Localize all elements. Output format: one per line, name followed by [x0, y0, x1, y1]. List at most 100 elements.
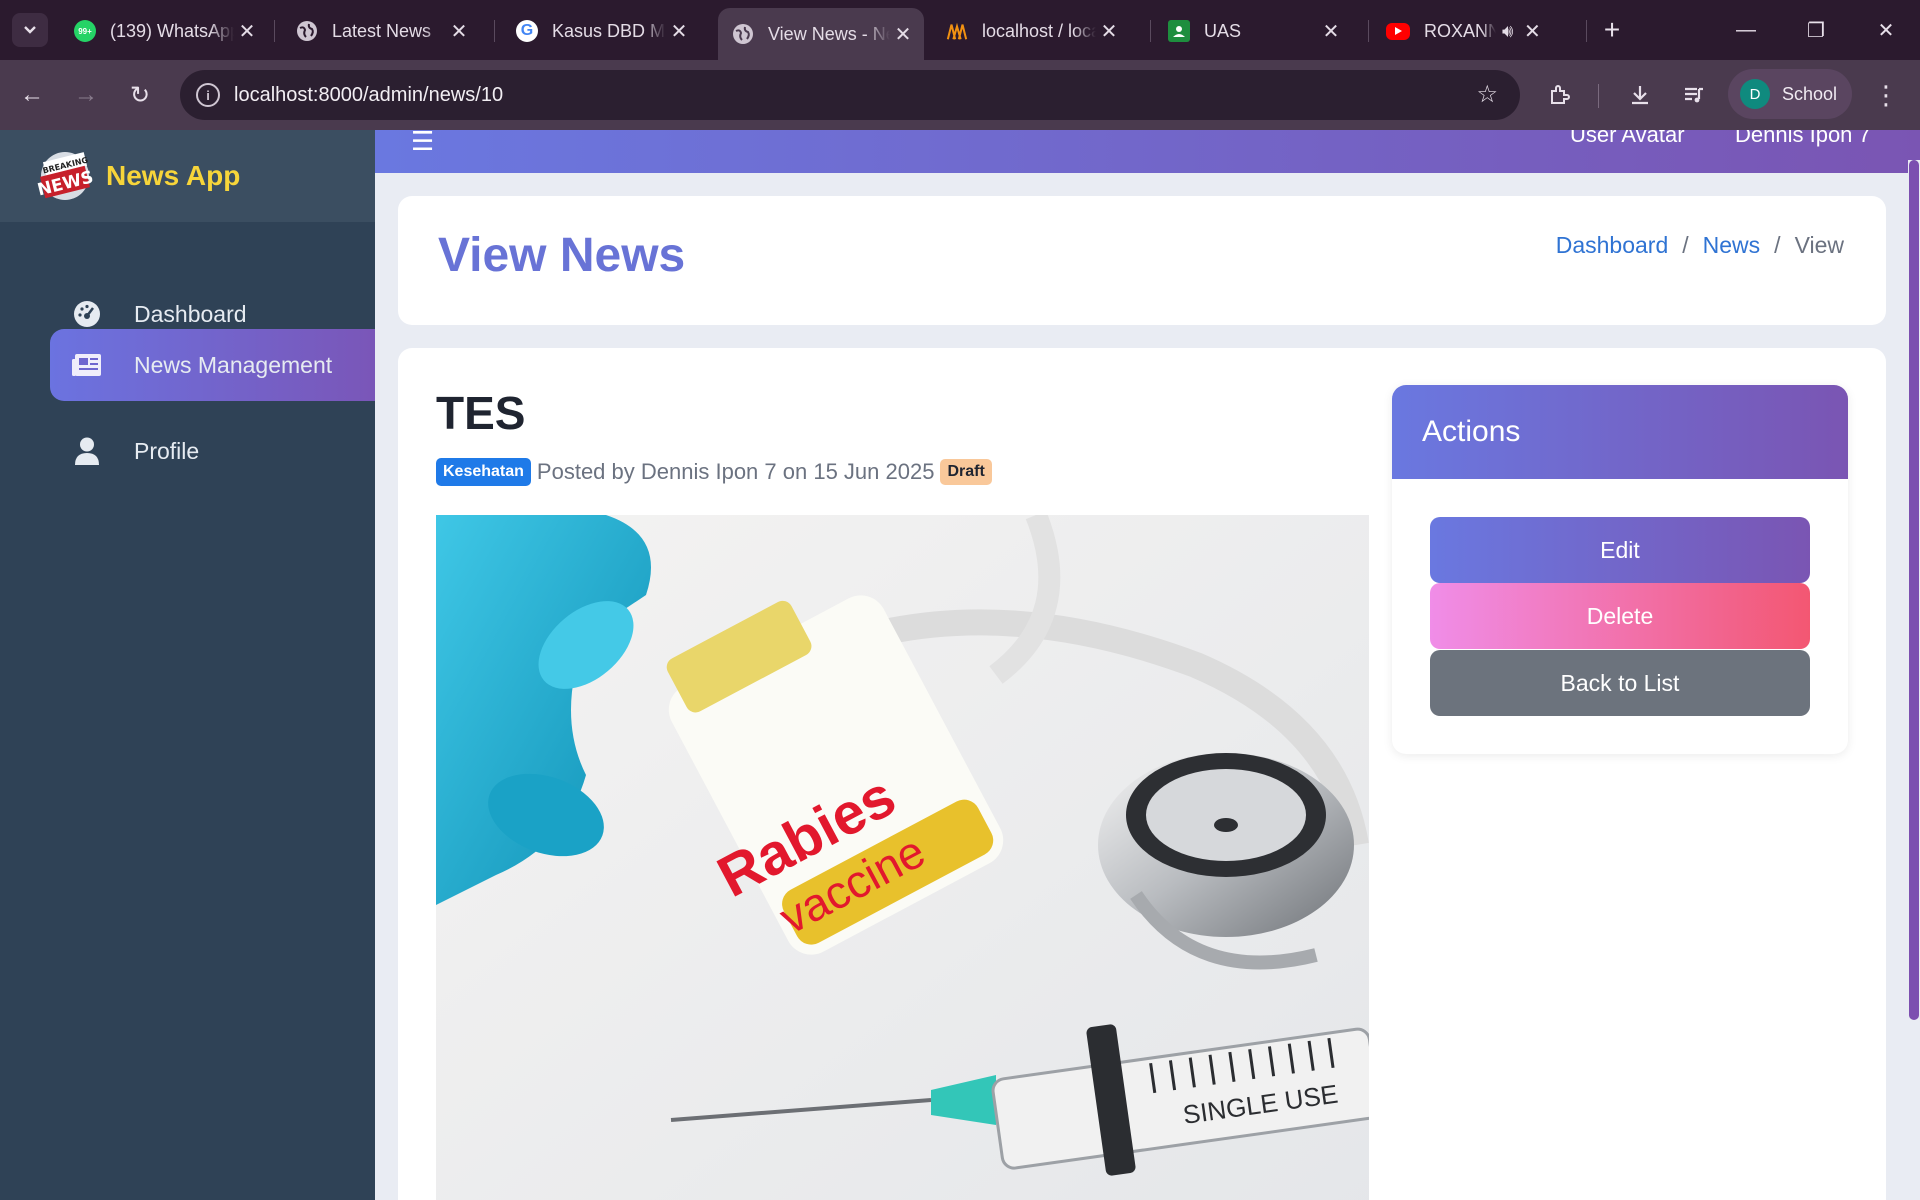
classroom-icon — [1168, 20, 1190, 42]
tab-title: UAS — [1204, 20, 1242, 41]
category-badge: Kesehatan — [436, 458, 531, 486]
top-navbar: ☰ User Avatar Dennis Ipon 7 — [375, 130, 1920, 173]
phpmyadmin-icon — [946, 20, 968, 42]
close-icon[interactable]: ✕ — [666, 19, 692, 44]
avatar: D — [1740, 79, 1770, 109]
browser-menu-button[interactable]: ⋮ — [1868, 77, 1904, 113]
close-icon: ✕ — [1877, 19, 1895, 42]
page-scrollbar[interactable] — [1908, 160, 1920, 1140]
sidebar: BREAKING NEWS News App Dashboard News Ma… — [0, 130, 375, 1200]
restore-button[interactable]: ❐ — [1796, 14, 1836, 46]
sidebar-item-news-management[interactable]: News Management — [50, 329, 375, 401]
arrow-left-icon: ← — [20, 81, 44, 108]
close-icon[interactable]: ✕ — [1318, 19, 1344, 44]
close-window-button[interactable]: ✕ — [1866, 14, 1906, 46]
avatar[interactable]: User Avatar — [1570, 130, 1685, 148]
breadcrumb-separator: / — [1682, 232, 1689, 258]
sidebar-item-label: Dashboard — [134, 300, 247, 327]
globe-icon — [296, 20, 318, 42]
minimize-icon: — — [1736, 18, 1756, 41]
plus-icon: + — [1603, 14, 1621, 45]
hamburger-menu-icon[interactable]: ☰ — [411, 130, 434, 157]
back-to-list-button[interactable]: Back to List — [1430, 650, 1810, 716]
breadcrumb-dashboard-link[interactable]: Dashboard — [1556, 232, 1669, 259]
site-info-icon[interactable]: i — [196, 83, 220, 107]
page-viewport: BREAKING NEWS News App Dashboard News Ma… — [0, 130, 1920, 1200]
edit-button[interactable]: Edit — [1430, 517, 1810, 583]
browser-tab-strip: 99+ (139) WhatsApp ✕ Latest News ✕ G Kas… — [0, 0, 1920, 60]
rabies-vaccine-photo: Rabies vaccine SINGLE USE — [436, 515, 1369, 1200]
toolbar-separator — [1598, 84, 1599, 108]
breaking-news-logo: BREAKING NEWS — [36, 152, 94, 201]
arrow-right-icon: → — [74, 81, 98, 108]
bookmark-star-icon[interactable]: ☆ — [1476, 80, 1498, 109]
tab-separator — [1150, 20, 1151, 42]
tab-uas[interactable]: UAS ✕ — [1154, 10, 1352, 52]
sidebar-brand[interactable]: BREAKING NEWS News App — [0, 130, 375, 222]
chevron-down-icon — [24, 26, 36, 34]
reload-button[interactable]: ↻ — [122, 77, 158, 113]
forward-button[interactable]: → — [68, 77, 104, 113]
scrollbar-thumb[interactable] — [1909, 160, 1919, 1020]
browser-toolbar: ← → ↻ i localhost:8000/admin/news/10 ☆ D… — [0, 60, 1920, 130]
close-icon[interactable]: ✕ — [1519, 19, 1545, 44]
sidebar-item-label: News Management — [134, 351, 333, 378]
address-bar[interactable]: i localhost:8000/admin/news/10 ☆ — [180, 70, 1520, 120]
sidebar-item-profile[interactable]: Profile — [50, 415, 375, 487]
breadcrumb-separator: / — [1774, 232, 1781, 258]
actions-header: Actions — [1392, 385, 1848, 479]
tab-title: ROXANNE — [1424, 20, 1496, 41]
close-icon[interactable]: ✕ — [446, 19, 472, 44]
tab-youtube[interactable]: ROXANNE 🔊︎ ✕ — [1372, 10, 1572, 52]
speaker-icon[interactable]: 🔊︎ — [1502, 21, 1513, 42]
minimize-button[interactable]: — — [1726, 14, 1766, 46]
tab-title: (139) WhatsApp — [110, 20, 234, 41]
profile-button[interactable]: D School — [1728, 69, 1852, 119]
tab-whatsapp[interactable]: 99+ (139) WhatsApp ✕ — [60, 10, 268, 52]
puzzle-icon — [1551, 85, 1570, 104]
tab-separator — [1586, 20, 1587, 42]
media-control-button[interactable] — [1676, 77, 1712, 113]
close-icon[interactable]: ✕ — [890, 22, 916, 47]
url-text[interactable]: localhost:8000/admin/news/10 — [234, 84, 503, 107]
youtube-icon — [1386, 22, 1410, 40]
news-meta: Kesehatan Posted by Dennis Ipon 7 on 15 … — [436, 458, 992, 486]
delete-button[interactable]: Delete — [1430, 583, 1810, 649]
close-icon[interactable]: ✕ — [234, 19, 260, 44]
more-vertical-icon: ⋮ — [1873, 79, 1899, 110]
breadcrumb: Dashboard / News / View — [1556, 232, 1844, 259]
profile-label: School — [1782, 83, 1838, 104]
tab-badge: 99+ — [78, 26, 92, 36]
breadcrumb-news-link[interactable]: News — [1703, 232, 1761, 259]
status-badge: Draft — [940, 459, 992, 485]
tab-title: localhost / localhost — [982, 20, 1096, 41]
tab-title: Kasus DBD Meningkat — [552, 20, 666, 41]
tab-kasus-dbd[interactable]: G Kasus DBD Meningkat ✕ — [502, 10, 700, 52]
tab-latest-news[interactable]: Latest News ✕ — [282, 10, 480, 52]
actions-panel: Actions Edit Delete Back to List — [1392, 385, 1848, 754]
tab-separator — [1368, 20, 1369, 42]
news-detail-card: TES Kesehatan Posted by Dennis Ipon 7 on… — [398, 348, 1886, 1200]
restore-icon: ❐ — [1807, 19, 1825, 42]
tab-separator — [274, 20, 275, 42]
tab-view-news[interactable]: View News - News App ✕ — [718, 8, 924, 60]
globe-icon — [732, 23, 754, 45]
user-name[interactable]: Dennis Ipon 7 — [1735, 130, 1871, 148]
tab-separator — [494, 20, 495, 42]
extensions-button[interactable] — [1542, 77, 1578, 113]
downloads-button[interactable] — [1622, 77, 1658, 113]
google-icon: G — [516, 20, 538, 42]
tab-phpmyadmin[interactable]: localhost / localhost ✕ — [932, 10, 1130, 52]
sidebar-item-label: Profile — [134, 437, 200, 464]
reload-icon: ↻ — [129, 81, 151, 109]
whatsapp-icon: 99+ — [74, 20, 96, 42]
tachometer-icon — [70, 297, 104, 331]
news-title: TES — [436, 387, 526, 439]
newspaper-icon — [70, 348, 104, 382]
page-title: View News — [438, 229, 686, 282]
close-icon[interactable]: ✕ — [1096, 19, 1122, 44]
new-tab-button[interactable]: + — [1592, 14, 1632, 46]
tab-search-button[interactable] — [12, 13, 48, 47]
back-button[interactable]: ← — [14, 77, 50, 113]
download-icon — [1632, 86, 1648, 105]
